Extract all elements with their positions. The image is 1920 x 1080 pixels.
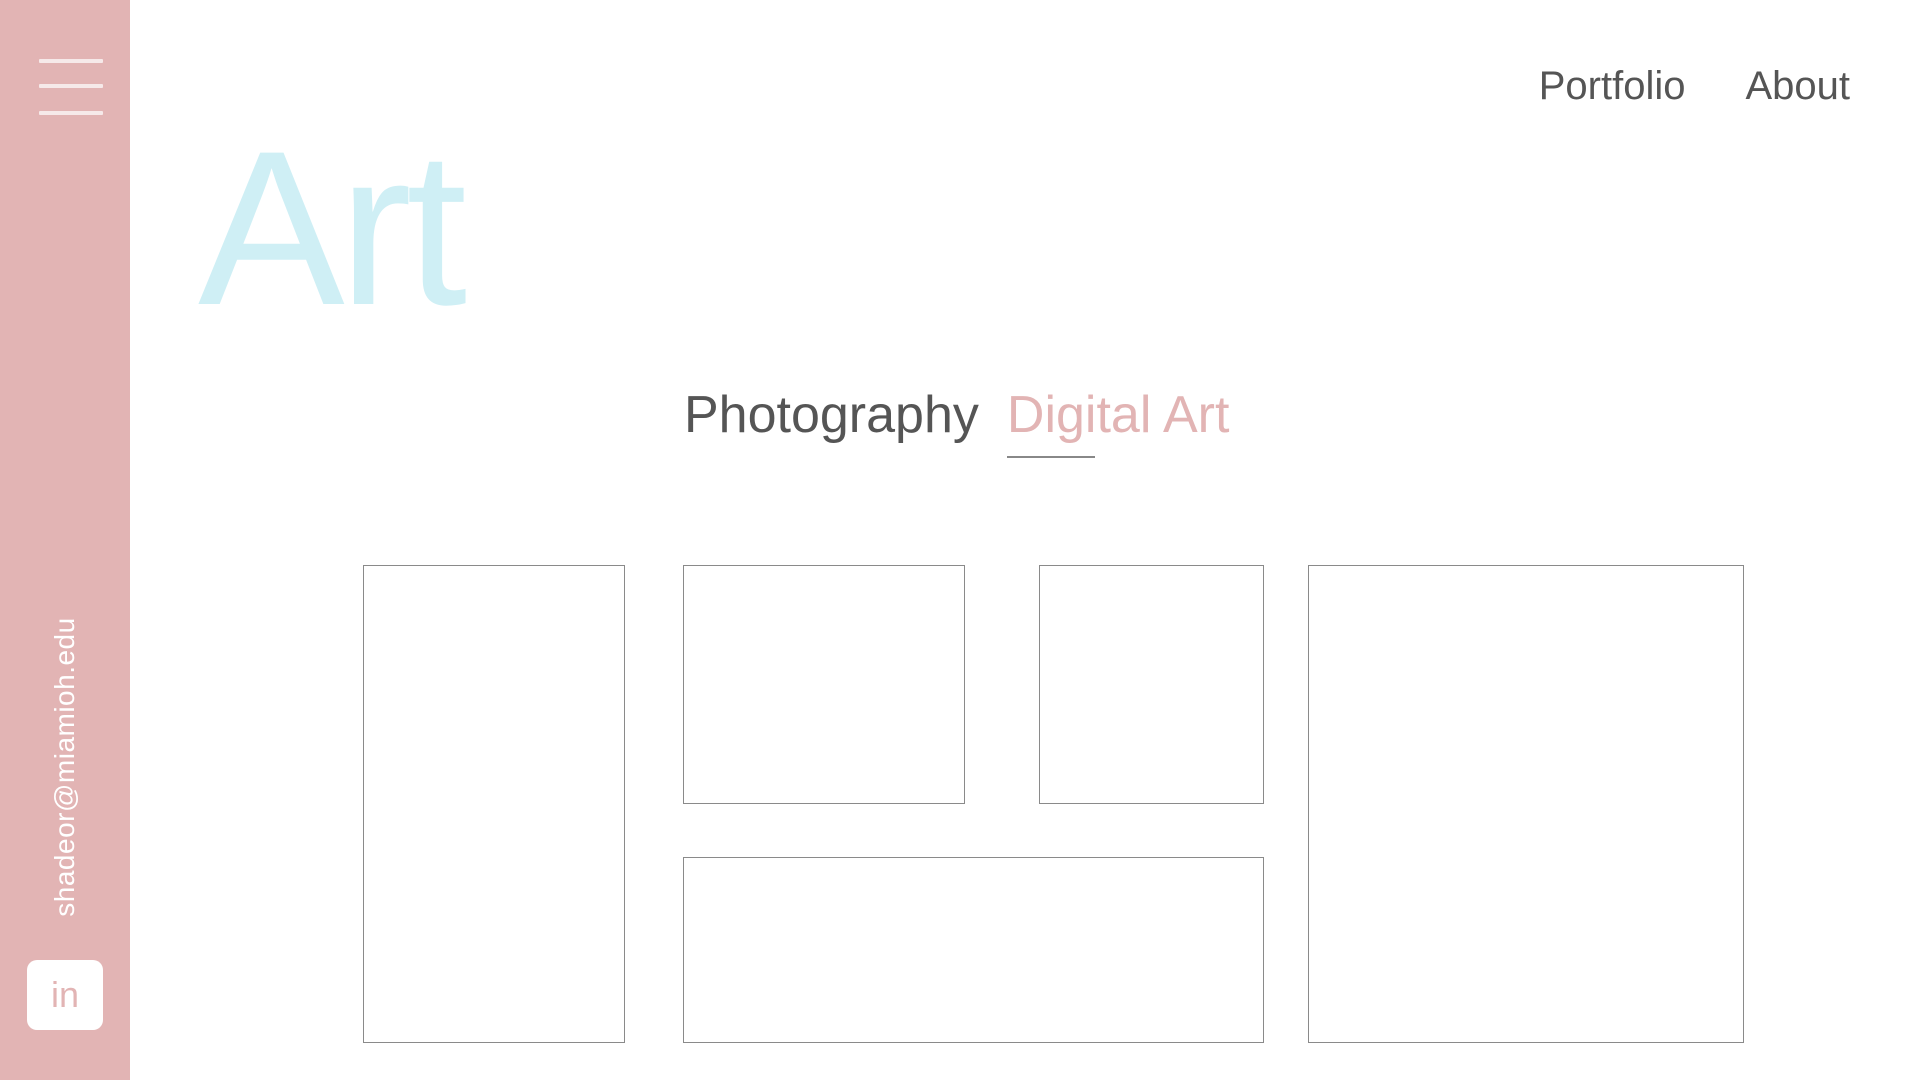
tab-photography[interactable]: Photography <box>684 384 979 446</box>
category-tabs: Photography Digital Art <box>684 384 1230 458</box>
artwork-frame-5[interactable] <box>683 857 1264 1043</box>
nav-about-link[interactable]: About <box>1745 64 1850 109</box>
artwork-frame-1[interactable] <box>363 565 625 1043</box>
artwork-frame-3[interactable] <box>1039 565 1264 804</box>
tab-digital-art-label: Digital Art <box>1006 386 1230 444</box>
active-tab-underline <box>1006 456 1095 458</box>
menu-bar <box>39 84 103 88</box>
nav-portfolio-link[interactable]: Portfolio <box>1539 64 1686 109</box>
menu-bar <box>39 59 103 63</box>
menu-bar <box>39 111 103 115</box>
tab-digital-art[interactable]: Digital Art <box>1006 384 1230 458</box>
hamburger-menu-icon[interactable] <box>39 59 103 117</box>
page-title: Art <box>198 105 467 351</box>
artwork-frame-2[interactable] <box>683 565 965 804</box>
page: shadeor@miamioh.edu in Portfolio About A… <box>0 0 1920 1080</box>
linkedin-icon[interactable]: in <box>27 960 103 1030</box>
artwork-frame-4[interactable] <box>1308 565 1744 1043</box>
sidebar: shadeor@miamioh.edu in <box>0 0 130 1080</box>
tab-photography-label: Photography <box>684 386 979 444</box>
top-nav: Portfolio About <box>1539 64 1850 109</box>
email-link[interactable]: shadeor@miamioh.edu <box>49 617 81 916</box>
